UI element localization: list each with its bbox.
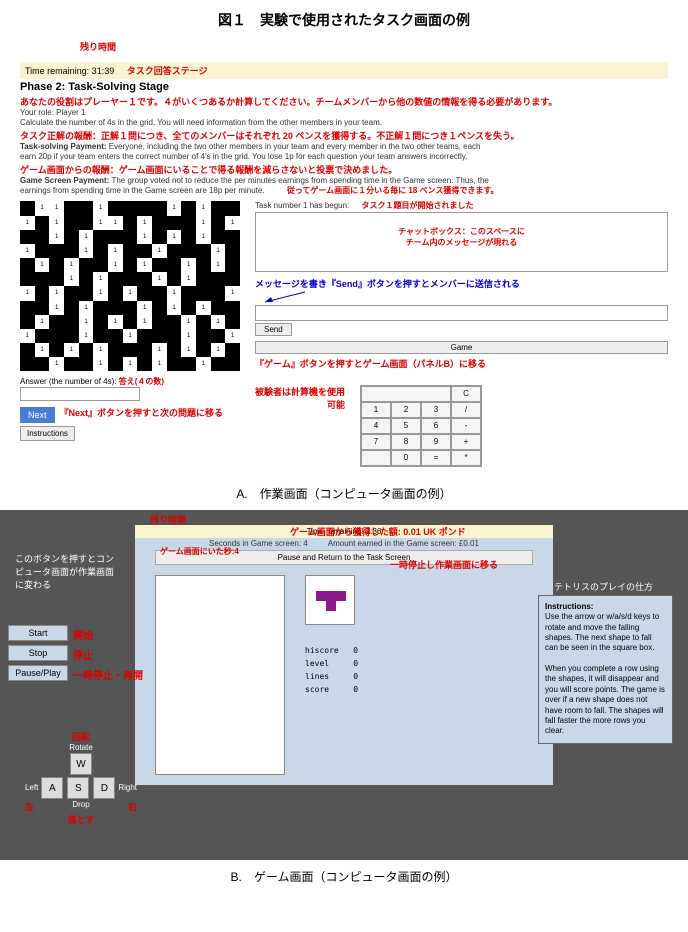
instr-text2: When you complete a row using the shapes…: [545, 664, 665, 735]
annot-calc: 被験者は計算機を使用可能: [255, 385, 345, 411]
answer-label: Answer (the number of 4s):: [20, 377, 116, 386]
key-w[interactable]: W: [70, 753, 92, 775]
calc-key-=[interactable]: =: [421, 450, 451, 466]
calculator: C 123/ 456- 789+0=*: [360, 385, 482, 467]
calc-key-4[interactable]: 4: [361, 418, 391, 434]
figure-title: 図１ 実験で使用されたタスク画面の例: [0, 0, 688, 40]
task-grid: 1111111111111111111111111111111111111111…: [20, 201, 240, 371]
chat-input[interactable]: [255, 305, 668, 321]
annot-next: 『Next』ボタンを押すと次の問題に移る: [60, 406, 224, 419]
phase-title: Phase 2: Task-Solving Stage: [20, 81, 668, 93]
annot-task-begun: タスク１題目が開始されました: [362, 201, 474, 210]
drop-label: Drop: [72, 800, 89, 813]
b-earned: Amount earned in the Game screen: £0.01: [328, 539, 479, 549]
instr-title: Instructions:: [545, 602, 593, 611]
calc-key-*[interactable]: *: [451, 450, 481, 466]
role-line: Your role: Player 1: [20, 108, 668, 118]
task-begun: Task number 1 has begun: タスク１題目が開始されました: [255, 201, 668, 211]
pauseplay-button[interactable]: Pause/Play: [8, 665, 68, 681]
annot-b-time: 残り時間: [150, 513, 186, 526]
calc-key-/[interactable]: /: [451, 402, 481, 418]
rotate-label: Rotate: [25, 743, 137, 752]
game-button[interactable]: Game: [255, 341, 668, 354]
calc-key-7[interactable]: 7: [361, 434, 391, 450]
calc-key-3[interactable]: 3: [421, 402, 451, 418]
time-text: Time remaining: 31:39: [25, 66, 114, 76]
annot-game-pay: ゲーム画面からの報酬：ゲーム画面にいることで得る報酬を減らさないと投票で決めまし…: [20, 163, 668, 176]
instr-text1: Use the arrow or w/a/s/d keys to rotate …: [545, 612, 659, 652]
annot-stop: 停止: [73, 647, 93, 662]
tetris-preview: [305, 575, 355, 625]
next-button[interactable]: Next: [20, 407, 55, 423]
start-button[interactable]: Start: [8, 625, 68, 641]
annot-send: メッセージを書き『Send』ボタンを押すとメンバーに送信される: [255, 277, 668, 290]
chat-messages: チャットボックス：このスペースに チーム内のメッセージが現れる: [255, 212, 668, 272]
instructions-box: Instructions: Use the arrow or w/a/s/d k…: [538, 595, 673, 744]
tetris-stats: hiscore 0 level 0 lines 0 score 0: [305, 645, 533, 696]
calc-display: [361, 386, 451, 402]
key-a[interactable]: A: [41, 777, 63, 799]
panel-b-caption: B. ゲーム画面（コンピュータ画面の例）: [0, 860, 688, 893]
right-label: Right: [118, 783, 137, 792]
calc-text: Calculate the number of 4s in the grid. …: [20, 118, 668, 128]
arrow-icon: [255, 290, 315, 305]
tetris-controls: Start 開始 Stop 停止 Pause/Play 一時停止・再開: [8, 625, 143, 685]
annot-correct-pay: タスク正解の報酬：正解１問につき、全てのメンバーはそれぞれ 20 ペンスを獲得す…: [20, 129, 668, 142]
annot-start: 開始: [73, 627, 93, 642]
answer-input[interactable]: [20, 387, 140, 401]
tetris-board[interactable]: [155, 575, 285, 775]
annot-left: 左: [25, 800, 34, 813]
annot-this-btn: このボタンを押すとコンピュータ画面が作業画面に変わる: [15, 552, 115, 591]
annot-pauseplay: 一時停止・再開: [73, 667, 143, 682]
annot-b-pause: 一時停止し作業画面に移る: [390, 558, 498, 571]
annot-b-seconds: ゲーム画面にいた秒:4: [160, 546, 239, 557]
calc-key-blank[interactable]: [361, 450, 391, 466]
panel-b: 残り時間 Time remaining: 1:36 Seconds in Gam…: [0, 510, 688, 860]
annot-answer: 答え(４の数): [119, 377, 164, 386]
game-payment-line: Game Screen Payment: The group voted not…: [20, 176, 668, 186]
instructions-button[interactable]: Instructions: [20, 426, 75, 441]
calc-clear[interactable]: C: [451, 386, 481, 402]
payment-line2: earn 20p if your team enters the correct…: [20, 152, 668, 162]
send-button[interactable]: Send: [255, 323, 292, 336]
annot-tetris-how: テトリスのプレイの仕方: [554, 580, 653, 593]
key-s[interactable]: S: [67, 777, 89, 799]
annot-game-btn: 『ゲーム』ボタンを押すとゲーム画面（パネルB）に移る: [255, 357, 668, 370]
time-bar: Time remaining: 31:39 タスク回答ステージ: [20, 62, 668, 79]
calc-key-8[interactable]: 8: [391, 434, 421, 450]
annot-rotate: 回転: [25, 730, 137, 743]
annot-game-pay2: 従ってゲーム画面に１分いる毎に 18 ペンス獲得できます。: [287, 186, 499, 195]
calc-key-6[interactable]: 6: [421, 418, 451, 434]
panel-a: 残り時間 Time remaining: 31:39 タスク回答ステージ Pha…: [0, 40, 688, 477]
calc-key-5[interactable]: 5: [391, 418, 421, 434]
calc-key-9[interactable]: 9: [421, 434, 451, 450]
calc-key-0[interactable]: 0: [391, 450, 421, 466]
key-d[interactable]: D: [93, 777, 115, 799]
annot-right: 右: [128, 800, 137, 813]
annot-chatbox2: チーム内のメッセージが現れる: [259, 237, 664, 248]
answer-row: Answer (the number of 4s): 答え(４の数): [20, 376, 240, 387]
left-label: Left: [25, 783, 38, 792]
calc-key--[interactable]: -: [451, 418, 481, 434]
annot-role: あなたの役割はプレーヤー１です。４がいくつあるか計算してください。チームメンバー…: [20, 95, 668, 108]
calc-key-2[interactable]: 2: [391, 402, 421, 418]
calc-key-+[interactable]: +: [451, 434, 481, 450]
stop-button[interactable]: Stop: [8, 645, 68, 661]
panel-a-caption: A. 作業画面（コンピュータ画面の例）: [0, 477, 688, 510]
annot-chatbox: チャットボックス：このスペースに: [259, 226, 664, 237]
annot-drop: 落とす: [25, 813, 137, 826]
annot-task-stage: タスク回答ステージ: [127, 66, 208, 76]
annot-b-earned: ゲーム画面から獲得した額: 0.01 UK ポンド: [290, 525, 466, 538]
annot-remaining-time: 残り時間: [80, 40, 116, 53]
wasd-keys: 回転 Rotate W Left A S D Right 左 Drop 右 落と…: [25, 730, 137, 826]
calc-key-1[interactable]: 1: [361, 402, 391, 418]
payment-line: Task-solving Payment: Everyone, includin…: [20, 142, 668, 152]
game-payment-line2: earnings from spending time in the Game …: [20, 186, 668, 196]
